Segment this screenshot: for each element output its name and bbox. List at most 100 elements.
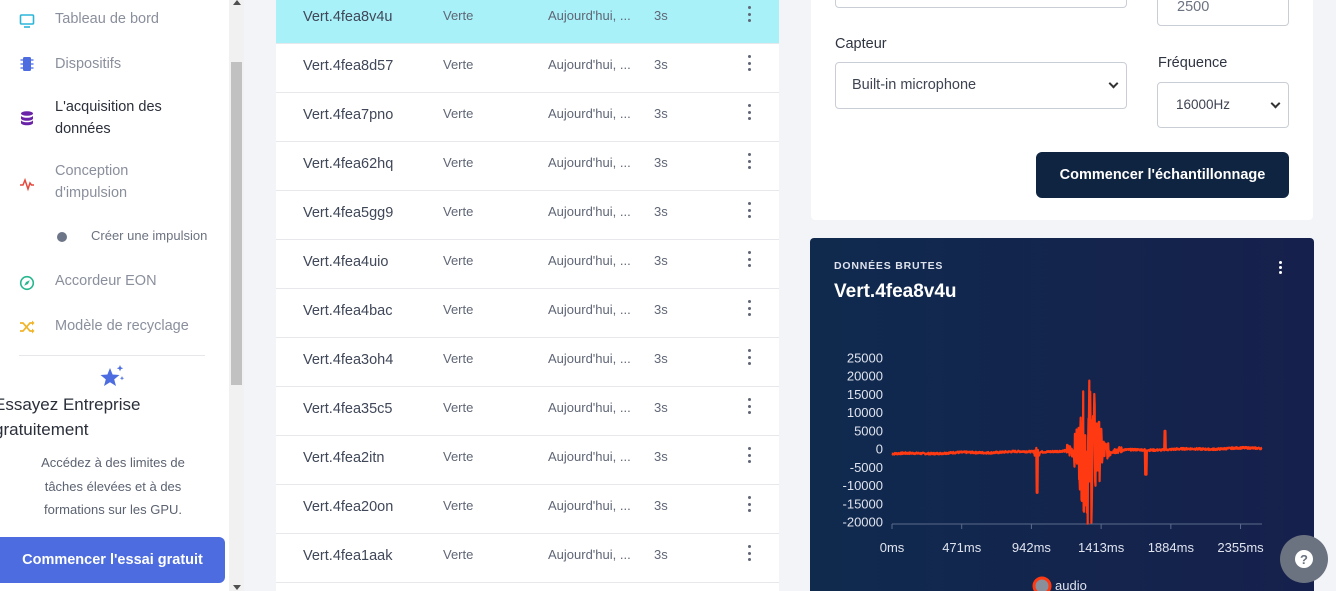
sidebar-item-devices[interactable]: Dispositifs <box>0 53 229 77</box>
sample-row[interactable]: Vert.4fea20on Verte Aujourd'hui, ... 3s <box>276 485 779 534</box>
sensor-select[interactable]: Built-in microphone <box>835 62 1127 109</box>
row-menu-icon[interactable] <box>746 349 752 365</box>
row-menu-icon[interactable] <box>746 55 752 71</box>
y-tick-label: 20000 <box>847 369 883 384</box>
sidebar-scrollbar[interactable] <box>229 0 244 591</box>
row-menu-icon[interactable] <box>746 202 752 218</box>
sample-row[interactable]: Vert.4fea4bac Verte Aujourd'hui, ... 3s <box>276 289 779 338</box>
sample-row[interactable]: Vert.4fea2itn Verte Aujourd'hui, ... 3s <box>276 436 779 485</box>
start-sampling-button[interactable]: Commencer l'échantillonnage <box>1036 152 1289 198</box>
database-icon <box>19 110 35 126</box>
sample-row[interactable]: Vert.4fea3oh4 Verte Aujourd'hui, ... 3s <box>276 338 779 387</box>
sample-row[interactable]: Vert.4fea62hq Verte Aujourd'hui, ... 3s <box>276 142 779 191</box>
y-tick-label: 15000 <box>847 387 883 402</box>
scroll-up-arrow-icon[interactable] <box>233 0 241 5</box>
y-tick-label: 10000 <box>847 405 883 420</box>
y-tick-label: -20000 <box>843 515 883 530</box>
label-input[interactable] <box>835 0 1127 8</box>
sample-date-added: Aujourd'hui, ... <box>548 449 631 464</box>
sample-name[interactable]: Vert.4fea7pno <box>303 107 393 123</box>
sample-row[interactable]: Vert.4fea5gg9 Verte Aujourd'hui, ... 3s <box>276 191 779 240</box>
sample-label: Verte <box>443 400 474 415</box>
sample-name[interactable]: Vert.4fea4bac <box>303 303 393 319</box>
sample-label: Verte <box>443 498 474 513</box>
sample-row[interactable]: Vert.4fea7pno Verte Aujourd'hui, ... 3s <box>276 93 779 142</box>
scrollbar-thumb[interactable] <box>231 62 242 385</box>
sample-row[interactable]: Vert.4fea4uio Verte Aujourd'hui, ... 3s <box>276 240 779 289</box>
sidebar-item-eon-tuner[interactable]: Accordeur EON <box>0 270 229 294</box>
y-tick-label: 5000 <box>854 423 883 438</box>
sample-row[interactable]: Vert.4fea1aak Verte Aujourd'hui, ... 3s <box>276 534 779 583</box>
row-menu-icon[interactable] <box>746 6 752 22</box>
row-menu-icon[interactable] <box>746 153 752 169</box>
chevron-down-icon <box>1108 78 1119 89</box>
sample-length: 3s <box>654 106 668 121</box>
raw-data-card: DONNÉES BRUTES Vert.4fea8v4u 25000 20000 1… <box>810 238 1314 591</box>
sidebar-item-impulse-design[interactable]: Conception d'impulsion <box>0 160 229 206</box>
scroll-down-arrow-icon[interactable] <box>233 585 241 590</box>
sample-date-added: Aujourd'hui, ... <box>548 106 631 121</box>
sample-name[interactable]: Vert.4fea3oh4 <box>303 352 393 368</box>
sample-length: 3s <box>654 498 668 513</box>
row-menu-icon[interactable] <box>746 104 752 120</box>
compass-icon <box>19 275 35 291</box>
sidebar-item-retrain-model[interactable]: Modèle de recyclage <box>0 315 229 339</box>
sidebar-item-dashboard[interactable]: Tableau de bord <box>0 8 229 32</box>
sidebar-item-label: Accordeur EON <box>55 273 157 289</box>
sidebar-item-data-acquisition[interactable]: L'acquisition des données <box>0 96 229 142</box>
sensor-select-value: Built-in microphone <box>852 77 977 93</box>
raw-data-chart: 25000 20000 15000 10000 5000 0 -5000 -10000 -150… <box>843 351 1264 591</box>
promo-description: Accédez à des limites de tâches élevées … <box>22 451 204 522</box>
sidebar-item-label: Tableau de bord <box>55 11 159 27</box>
row-menu-icon[interactable] <box>746 251 752 267</box>
sample-name[interactable]: Vert.4fea62hq <box>303 156 393 172</box>
shuffle-icon <box>19 319 35 335</box>
sample-row[interactable]: Vert.4fea8v4u Verte Aujourd'hui, ... 3s <box>276 0 779 44</box>
chevron-down-icon <box>1270 98 1281 109</box>
row-menu-icon[interactable] <box>746 398 752 414</box>
sample-list: Vert.4fea8v4u Verte Aujourd'hui, ... 3s Vert… <box>276 0 779 591</box>
help-button[interactable]: ? <box>1280 535 1328 583</box>
row-menu-icon[interactable] <box>746 447 752 463</box>
sub-item-dot <box>57 232 67 242</box>
y-tick-label: -5000 <box>850 460 883 475</box>
pulse-icon <box>19 176 35 192</box>
sample-label: Verte <box>443 449 474 464</box>
sample-name[interactable]: Vert.4fea20on <box>303 499 393 515</box>
sample-label: Verte <box>443 204 474 219</box>
promo-title: Essayez Entreprise gratuitement <box>0 392 214 442</box>
sample-length-value: 2500 <box>1177 0 1210 15</box>
sample-row[interactable]: Vert.4fea8d57 Verte Aujourd'hui, ... 3s <box>276 44 779 93</box>
sample-length: 3s <box>654 302 668 317</box>
sample-date-added: Aujourd'hui, ... <box>548 498 631 513</box>
sample-name[interactable]: Vert.4fea1aak <box>303 548 393 564</box>
y-tick-label: -10000 <box>843 478 883 493</box>
sidebar-subitem-create-impulse[interactable]: Créer une impulsion <box>91 228 207 243</box>
promo-title-line1: Essayez Entreprise <box>0 395 141 414</box>
sample-length: 3s <box>654 8 668 23</box>
sample-name[interactable]: Vert.4fea8d57 <box>303 58 393 74</box>
audio-series-line <box>891 379 1263 525</box>
sample-name[interactable]: Vert.4fea5gg9 <box>303 205 393 221</box>
frequency-select[interactable]: 16000Hz <box>1157 82 1289 128</box>
start-free-trial-button[interactable]: Commencer l'essai gratuit <box>0 537 225 583</box>
sample-name[interactable]: Vert.4fea35c5 <box>303 401 393 417</box>
x-tick-label: 471ms <box>942 540 982 555</box>
row-menu-icon[interactable] <box>746 300 752 316</box>
question-icon: ? <box>1295 550 1313 568</box>
row-menu-icon[interactable] <box>746 496 752 512</box>
sample-label: Verte <box>443 302 474 317</box>
sample-row[interactable]: Vert.4fea35c5 Verte Aujourd'hui, ... 3s <box>276 387 779 436</box>
sample-length: 3s <box>654 155 668 170</box>
row-menu-icon[interactable] <box>746 545 752 561</box>
y-tick-label: 0 <box>876 442 883 457</box>
promo-text-line3: formations sur les GPU. <box>44 502 182 517</box>
y-tick-label: -15000 <box>843 496 883 511</box>
monitor-icon <box>19 13 35 29</box>
sample-name[interactable]: Vert.4fea8v4u <box>303 9 393 25</box>
sample-date-added: Aujourd'hui, ... <box>548 253 631 268</box>
sample-name[interactable]: Vert.4fea2itn <box>303 450 384 466</box>
sidebar: Tableau de bord Dispositifs L'acquisitio… <box>0 0 229 591</box>
sample-length-input[interactable]: 2500 <box>1157 0 1289 26</box>
sample-name[interactable]: Vert.4fea4uio <box>303 254 388 270</box>
